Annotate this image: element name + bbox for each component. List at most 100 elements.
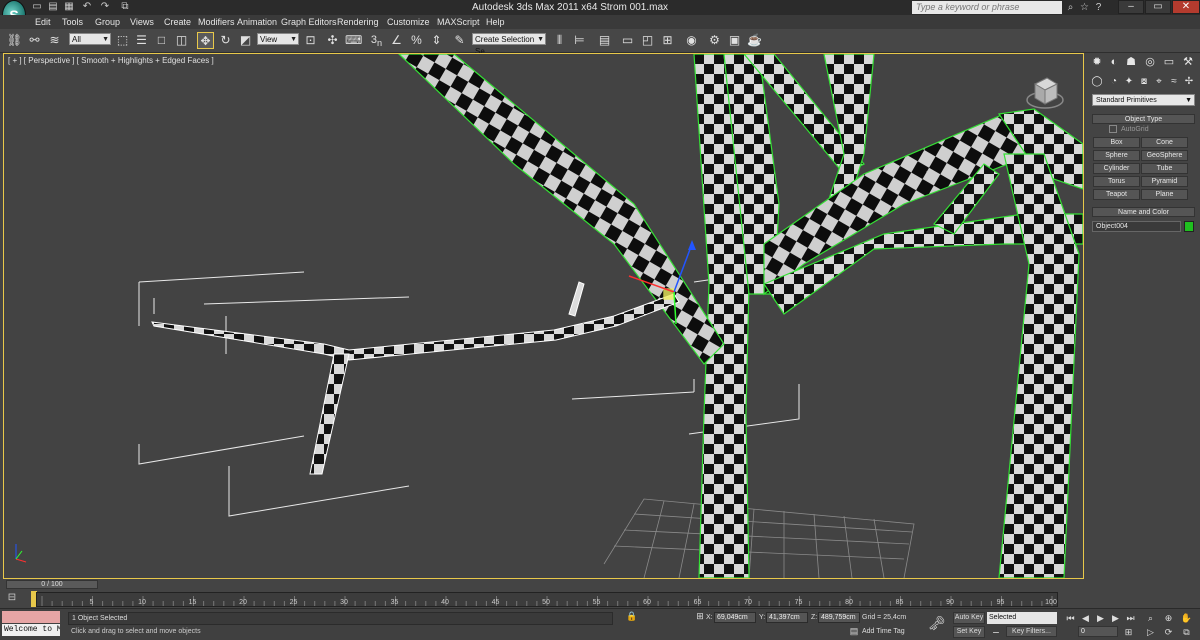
lights-category-icon[interactable]: ✦	[1122, 75, 1136, 89]
maxscript-listener-top[interactable]	[2, 611, 60, 623]
pyramid-button[interactable]: Pyramid	[1141, 176, 1188, 187]
current-frame-field[interactable]: 0	[1078, 626, 1118, 637]
material-editor-icon[interactable]: ◉	[683, 32, 700, 49]
key-filters-button[interactable]: Key Filters...	[1006, 626, 1057, 637]
rendered-frame-window-icon[interactable]: ▣	[726, 32, 743, 49]
maximize-viewport-icon[interactable]: ⧉	[1180, 626, 1193, 638]
render-production-icon[interactable]: ☕	[746, 32, 763, 49]
create-tab-icon[interactable]: ✹	[1090, 55, 1104, 69]
space-warps-category-icon[interactable]: ≈	[1167, 75, 1181, 89]
open-file-icon[interactable]: ▤	[46, 1, 60, 13]
bind-space-warp-icon[interactable]: ≋	[46, 32, 63, 49]
project-folder-icon[interactable]: ⧉	[118, 1, 132, 13]
x-coordinate-field[interactable]: 69,049cm	[714, 612, 756, 623]
zoom-all-icon[interactable]: ⊕	[1162, 612, 1175, 624]
absolute-mode-icon[interactable]: ⊞	[694, 611, 706, 623]
time-configuration-icon[interactable]: ⊞	[1122, 626, 1135, 638]
save-file-icon[interactable]: ▦	[62, 1, 76, 13]
plane-button[interactable]: Plane	[1141, 189, 1188, 200]
mirror-icon[interactable]: ⫴	[551, 32, 568, 49]
primitive-category-dropdown[interactable]: Standard Primitives ▼	[1092, 94, 1195, 106]
go-to-start-icon[interactable]: ⏮	[1064, 612, 1077, 624]
help-icon[interactable]: ?	[1092, 1, 1105, 14]
viewport-label[interactable]: [ + ] [ Perspective ] [ Smooth + Highlig…	[8, 56, 214, 65]
geosphere-button[interactable]: GeoSphere	[1141, 150, 1188, 161]
pan-view-icon[interactable]: ✋	[1180, 612, 1193, 624]
time-tag-icon[interactable]: ▤	[848, 626, 860, 637]
menu-views[interactable]: Views	[130, 16, 154, 28]
display-tab-icon[interactable]: ▭	[1162, 55, 1176, 69]
link-icon[interactable]: ⛓	[6, 32, 23, 49]
menu-modifiers[interactable]: Modifiers	[198, 16, 235, 28]
tube-button[interactable]: Tube	[1141, 163, 1188, 174]
field-of-view-icon[interactable]: ▷	[1144, 626, 1157, 638]
zoom-extents-icon[interactable]: ⌕	[1144, 612, 1157, 624]
menu-edit[interactable]: Edit	[35, 16, 51, 28]
cone-button[interactable]: Cone	[1141, 137, 1188, 148]
menu-rendering[interactable]: Rendering	[337, 16, 379, 28]
cylinder-button[interactable]: Cylinder	[1093, 163, 1140, 174]
z-coordinate-field[interactable]: 489,759cm	[818, 612, 860, 623]
select-object-icon[interactable]: ⬚	[114, 32, 131, 49]
align-icon[interactable]: ⊨	[571, 32, 588, 49]
window-crossing-icon[interactable]: ◫	[173, 32, 190, 49]
previous-frame-icon[interactable]: ◀	[1079, 612, 1092, 624]
perspective-viewport[interactable]: [ + ] [ Perspective ] [ Smooth + Highlig…	[3, 53, 1084, 579]
orbit-icon[interactable]: ⟳	[1162, 626, 1175, 638]
minimize-button[interactable]: –	[1118, 0, 1144, 14]
set-key-button[interactable]: Set Key	[953, 626, 985, 638]
new-file-icon[interactable]: ▭	[30, 1, 44, 13]
menu-customize[interactable]: Customize	[387, 16, 430, 28]
name-and-color-rollout-header[interactable]: Name and Color	[1092, 207, 1195, 217]
geometry-category-icon[interactable]: ◯	[1090, 75, 1104, 89]
motion-tab-icon[interactable]: ◎	[1143, 55, 1157, 69]
object-color-swatch[interactable]	[1184, 221, 1194, 232]
graphite-ribbon-icon[interactable]: ▭	[619, 32, 636, 49]
systems-category-icon[interactable]: ✢	[1182, 75, 1196, 89]
menu-create[interactable]: Create	[164, 16, 191, 28]
select-and-manipulate-icon[interactable]: ✣	[324, 32, 341, 49]
layer-manager-icon[interactable]: ▤	[596, 32, 613, 49]
default-in-out-tangents-icon[interactable]: ⚊	[988, 626, 1004, 637]
time-slider[interactable]: 0 / 100	[6, 580, 98, 589]
menu-help[interactable]: Help	[486, 16, 505, 28]
menu-group[interactable]: Group	[95, 16, 120, 28]
named-selection-dropdown[interactable]: Create Selection Se ▼	[472, 33, 546, 56]
box-button[interactable]: Box	[1093, 137, 1140, 148]
go-to-end-icon[interactable]: ⏭	[1124, 612, 1137, 624]
reference-coordinate-dropdown[interactable]: View ▼	[257, 33, 299, 45]
add-time-tag[interactable]: Add Time Tag	[862, 626, 905, 637]
render-setup-icon[interactable]: ⚙	[706, 32, 723, 49]
auto-key-button[interactable]: Auto Key	[953, 612, 985, 624]
select-and-rotate-icon[interactable]: ↻	[217, 32, 234, 49]
select-by-name-icon[interactable]: ☰	[133, 32, 150, 49]
next-frame-icon[interactable]: ▶	[1109, 612, 1122, 624]
redo-icon[interactable]: ↷	[98, 1, 112, 13]
object-type-rollout-header[interactable]: Object Type	[1092, 114, 1195, 124]
menu-maxscript[interactable]: MAXScript	[437, 16, 480, 28]
cameras-category-icon[interactable]: ⧇	[1137, 75, 1151, 89]
shapes-category-icon[interactable]: ◔	[1107, 75, 1121, 89]
curve-editor-icon[interactable]: ◰	[639, 32, 656, 49]
utilities-tab-icon[interactable]: ⚒	[1181, 55, 1195, 69]
modify-tab-icon[interactable]: ◐	[1107, 55, 1121, 69]
spinner-snap-icon[interactable]: ⇕	[428, 32, 445, 49]
torus-button[interactable]: Torus	[1093, 176, 1140, 187]
angle-snap-icon[interactable]: ∠	[388, 32, 405, 49]
restore-button[interactable]: ▭	[1145, 0, 1171, 14]
viewcube-icon[interactable]	[1025, 72, 1065, 112]
teapot-button[interactable]: Teapot	[1093, 189, 1140, 200]
snap-toggle-icon[interactable]: 3n	[368, 32, 385, 49]
search-input[interactable]: Type a keyword or phrase	[912, 1, 1062, 14]
menu-animation[interactable]: Animation	[237, 16, 277, 28]
set-keys-icon[interactable]: 🗝	[928, 614, 946, 632]
autogrid-checkbox[interactable]: AutoGrid	[1109, 125, 1149, 133]
search-icon[interactable]: ⌕	[1064, 1, 1077, 14]
unlink-icon[interactable]: ⚯	[26, 32, 43, 49]
y-coordinate-field[interactable]: 41,397cm	[766, 612, 808, 623]
edit-named-selection-icon[interactable]: ✎	[451, 32, 468, 49]
communication-center-icon[interactable]: ☆	[1078, 1, 1091, 14]
hierarchy-tab-icon[interactable]: ☗	[1124, 55, 1138, 69]
sphere-button[interactable]: Sphere	[1093, 150, 1140, 161]
maxscript-listener-input[interactable]: Welcome to M(	[2, 624, 60, 636]
